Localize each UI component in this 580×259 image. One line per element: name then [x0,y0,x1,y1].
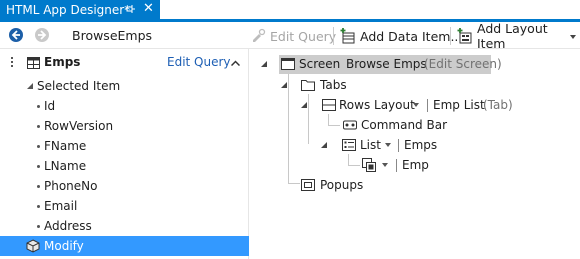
entity-header: Emps Edit Query [0,52,249,74]
entity-name: Emps [44,55,81,69]
edit-query-icon [253,28,266,42]
rows-layout-name: Emp List [433,98,485,112]
method-item-modify[interactable]: Modify [0,236,249,256]
field-item[interactable]: FName [0,136,249,156]
rows-layout-label: Rows Layout [339,98,415,112]
add-data-item-icon [340,28,355,44]
item-source: Emp [402,158,429,172]
collapse-triangle-icon[interactable] [321,142,327,148]
drag-grip-icon[interactable] [11,57,14,69]
tree-connector [288,74,289,184]
field-item[interactable]: Address [0,216,249,236]
add-layout-item-icon [457,28,472,44]
field-label: Email [44,199,78,213]
view-model-panel: Emps Edit Query Selected Item Id RowVers… [0,49,249,259]
edit-query-link[interactable]: Edit Query [167,55,231,69]
bullet-icon [37,125,40,128]
field-label: Address [44,219,92,233]
tabs-label: Tabs [320,78,347,92]
command-bar-icon [343,120,357,130]
field-item[interactable]: Id [0,96,249,116]
add-layout-item-button[interactable]: Add Layout Item [457,21,580,51]
selected-item-node[interactable]: Selected Item [0,76,249,96]
collapse-triangle-icon[interactable] [27,83,33,89]
back-button[interactable] [9,28,23,42]
field-label: PhoneNo [44,179,98,193]
designer-toolbar: BrowseEmps Edit Query Add Data Item... A… [0,21,580,51]
add-data-item-button[interactable]: Add Data Item... [340,27,462,45]
popups-label: Popups [320,178,364,192]
close-icon[interactable]: ✕ [143,1,154,16]
add-data-item-label: Add Data Item... [360,28,463,44]
field-item[interactable]: LName [0,156,249,176]
field-label: RowVersion [44,119,114,133]
chevron-up-icon[interactable] [231,60,240,66]
command-bar-label: Command Bar [361,118,448,132]
chevron-down-icon[interactable] [385,143,391,147]
field-label: FName [44,139,87,153]
edit-screen-link[interactable]: (Edit Screen) [424,57,502,71]
tree-connector [288,183,300,184]
field-label: Id [44,99,56,113]
selected-item-label: Selected Item [37,79,121,93]
divider [396,159,397,172]
field-label: LName [44,159,87,173]
bullet-icon [37,145,40,148]
table-icon [27,57,40,69]
screen-name: Browse Emps [346,57,427,71]
collapse-triangle-icon[interactable] [261,61,267,67]
bullet-icon [37,185,40,188]
bullet-icon [37,225,40,228]
method-label: Modify [44,239,84,253]
cube-icon [26,239,40,253]
pin-icon[interactable] [124,3,136,15]
collapse-triangle-icon[interactable] [281,82,287,88]
chevron-down-icon[interactable] [570,35,576,39]
popup-icon [301,179,315,191]
arrow-left-icon [11,30,20,40]
tree-connector [328,125,340,126]
chevron-down-icon[interactable] [413,103,419,107]
arrow-right-icon [38,30,47,40]
bullet-icon [37,165,40,168]
toolbar-separator [333,27,334,45]
edit-query-button[interactable]: Edit Query [250,27,336,45]
forward-button[interactable] [35,28,49,42]
tree-connector [308,94,309,144]
field-item[interactable]: Email [0,196,249,216]
rows-layout-suffix: (Tab) [483,98,513,112]
list-icon [342,139,356,151]
document-tab[interactable]: HTML App Designer* ✕ [0,0,160,20]
tree-connector [348,165,360,166]
chevron-down-icon[interactable] [382,163,388,167]
field-item[interactable]: RowVersion [0,116,249,136]
edit-query-label: Edit Query [270,28,337,44]
field-item[interactable]: PhoneNo [0,176,249,196]
document-tab-title: HTML App Designer* [6,3,131,17]
folder-icon [301,80,315,91]
item-template-icon [362,158,376,172]
toolbar-separator [450,27,451,45]
list-label: List [360,138,381,152]
add-layout-item-label: Add Layout Item [476,21,548,51]
rows-layout-icon [322,99,336,111]
list-source: Emps [404,138,438,152]
bullet-icon [37,205,40,208]
screen-name-label: BrowseEmps [72,28,153,43]
divider [427,99,428,112]
divider [398,139,399,152]
bullet-icon [37,105,40,108]
screen-label: Screen [299,57,341,71]
screen-icon [281,58,295,70]
collapse-triangle-icon[interactable] [301,102,307,108]
document-tab-strip: HTML App Designer* ✕ [0,0,580,22]
